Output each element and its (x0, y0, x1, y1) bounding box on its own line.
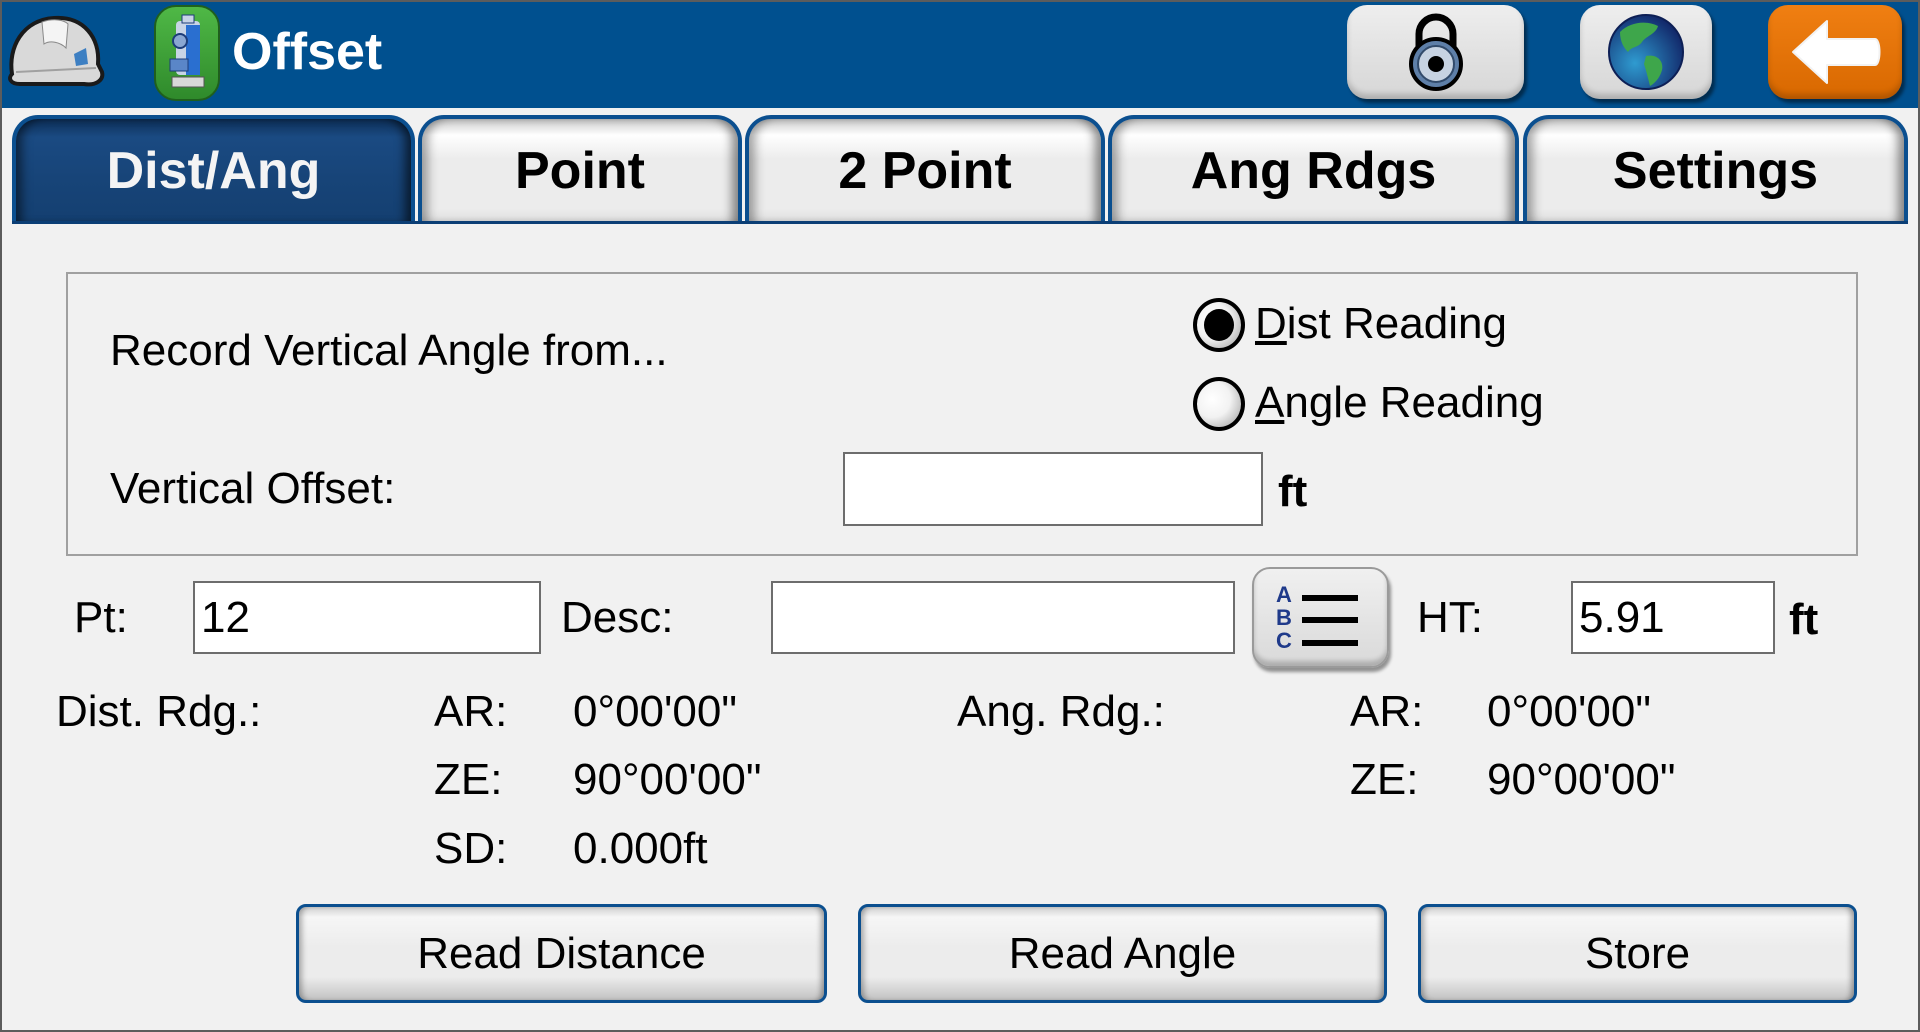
store-button[interactable]: Store (1418, 904, 1857, 1003)
ang-ar-value: 0°00'00" (1487, 687, 1651, 736)
dist-sd-label: SD: (434, 824, 508, 873)
globe-icon (1608, 14, 1684, 90)
dist-ar-label: AR: (434, 687, 508, 736)
hard-hat-icon[interactable] (4, 8, 106, 98)
read-distance-button[interactable]: Read Distance (296, 904, 827, 1003)
svg-text:C: C (1276, 628, 1292, 653)
title-bar: Offset (0, 0, 1920, 108)
angle-reading-radio[interactable] (1193, 377, 1245, 431)
lock-icon (1408, 13, 1463, 91)
ang-ar-label: AR: (1350, 687, 1424, 736)
dist-ze-label: ZE: (434, 755, 503, 804)
svg-text:A: A (1276, 582, 1292, 607)
angle-reading-label[interactable]: Angle Reading (1255, 377, 1544, 429)
dist-ze-value: 90°00'00" (573, 755, 762, 804)
abc-list-icon: A B C (1276, 582, 1358, 653)
dist-reading-text: ist Reading (1286, 299, 1507, 348)
pt-label: Pt: (74, 593, 128, 642)
back-button[interactable] (1768, 5, 1902, 99)
dist-ar-value: 0°00'00" (573, 687, 737, 736)
dist-reading-radio[interactable] (1193, 298, 1245, 352)
angle-reading-mnemonic: A (1255, 378, 1285, 427)
angle-reading-text: ngle Reading (1284, 378, 1544, 427)
lock-button[interactable] (1347, 5, 1524, 99)
desc-label: Desc: (561, 593, 674, 642)
read-angle-button[interactable]: Read Angle (858, 904, 1387, 1003)
tab-ang-rdgs[interactable]: Ang Rdgs (1108, 115, 1519, 223)
record-vertical-angle-label: Record Vertical Angle from... (110, 326, 668, 375)
radio-selected-dot (1204, 309, 1234, 341)
dist-reading-label[interactable]: Dist Reading (1255, 298, 1507, 350)
tab-settings[interactable]: Settings (1523, 115, 1908, 223)
tab-point[interactable]: Point (418, 115, 742, 223)
ang-ze-label: ZE: (1350, 755, 1419, 804)
height-input[interactable] (1571, 581, 1775, 654)
vertical-offset-unit: ft (1278, 467, 1308, 516)
vertical-offset-input[interactable] (843, 452, 1263, 526)
tab-divider (12, 221, 1908, 224)
tab-2-point[interactable]: 2 Point (745, 115, 1105, 223)
height-unit: ft (1789, 595, 1819, 644)
total-station-icon[interactable] (154, 5, 220, 101)
tab-dist-ang[interactable]: Dist/Ang (12, 115, 415, 223)
svg-text:B: B (1276, 605, 1292, 630)
dist-sd-value: 0.000ft (573, 824, 708, 873)
ht-label: HT: (1417, 593, 1483, 642)
description-input[interactable] (771, 581, 1235, 654)
description-list-button[interactable]: A B C (1252, 567, 1389, 668)
point-number-input[interactable] (193, 581, 541, 654)
dist-reading-title: Dist. Rdg.: (56, 687, 262, 736)
page-title: Offset (232, 23, 383, 81)
vertical-offset-label: Vertical Offset: (110, 464, 396, 513)
ang-ze-value: 90°00'00" (1487, 755, 1676, 804)
language-button[interactable] (1580, 5, 1712, 99)
back-arrow-icon (1792, 20, 1881, 84)
dist-reading-mnemonic: D (1255, 299, 1287, 348)
ang-reading-title: Ang. Rdg.: (957, 687, 1165, 736)
